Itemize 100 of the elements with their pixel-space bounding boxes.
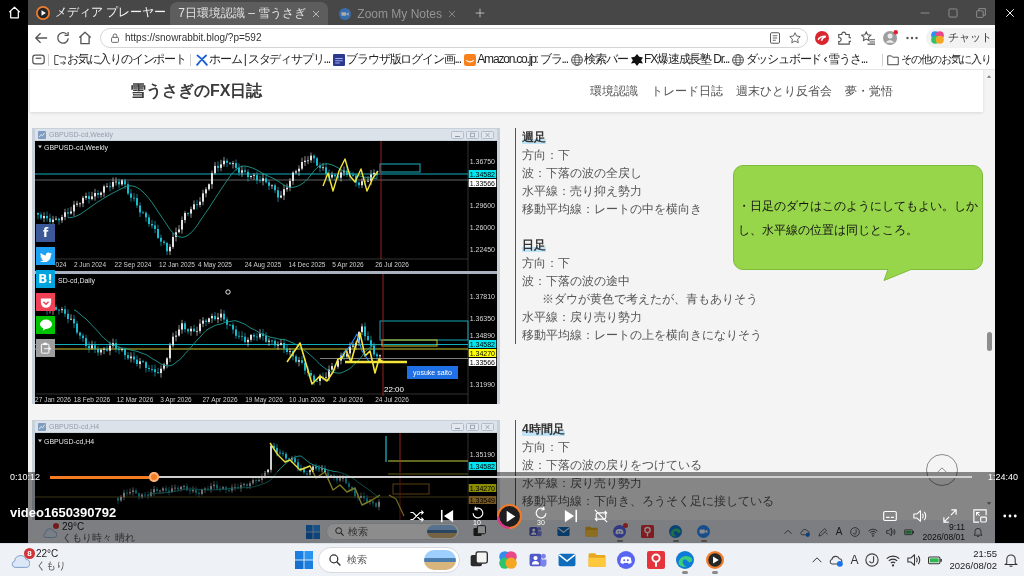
globe-icon: [732, 53, 745, 66]
window-minimize-button[interactable]: [451, 130, 464, 139]
weather-condition: くもり: [36, 560, 66, 572]
note-text: 方向：下: [522, 440, 570, 455]
favorites-icon[interactable]: [861, 30, 875, 45]
bookmark[interactable]: FX爆速成長塾 Dr...: [629, 50, 731, 69]
nav-link[interactable]: 週末ひとり反省会: [736, 82, 832, 100]
bookmark[interactable]: Amazon.co.jp: ブラ...: [462, 50, 570, 69]
volume-icon[interactable]: [913, 509, 927, 523]
share-button[interactable]: [36, 293, 55, 311]
notification-badge: 8: [24, 548, 35, 559]
speaker-icon[interactable]: [907, 553, 922, 567]
refresh-icon[interactable]: [56, 30, 70, 45]
section-heading: 週足: [522, 130, 546, 144]
swoosh-badge-icon[interactable]: [815, 30, 829, 45]
note-text: 波：下落の波の戻りをつけている: [522, 458, 702, 473]
color-blob-icon[interactable]: [499, 551, 517, 569]
window-minimize-button[interactable]: [451, 422, 464, 431]
notification-bell-icon[interactable]: [1004, 553, 1018, 567]
bookmark[interactable]: ホーム | スタディサプリ...: [194, 50, 332, 69]
progress-thumb[interactable]: [149, 472, 160, 482]
chat-button[interactable]: チャット: [926, 27, 995, 48]
browser-tab[interactable]: 7日環境認識 – 雪うさぎ: [170, 2, 329, 25]
task-view-icon[interactable]: [469, 551, 488, 569]
puzzle-icon[interactable]: [837, 30, 851, 45]
bookmark[interactable]: 検索バー: [569, 50, 630, 69]
tab-actions-icon[interactable]: [32, 53, 45, 66]
back-icon[interactable]: [34, 30, 48, 45]
player-title: メディア プレーヤー: [55, 4, 167, 21]
bookmark[interactable]: ダッシュボード ‹ 雪うさ...: [730, 50, 869, 69]
close-icon[interactable]: [448, 9, 457, 18]
chevron-up-icon[interactable]: [812, 555, 823, 565]
scroll-down-icon[interactable]: [986, 501, 992, 506]
maximize-icon[interactable]: [948, 7, 958, 18]
bookmark[interactable]: お気に入りのインポート: [52, 50, 188, 69]
share-button[interactable]: [36, 247, 55, 265]
nav-link[interactable]: 環境認識: [590, 82, 638, 100]
fullscreen-icon[interactable]: [943, 509, 957, 523]
cloud-icon[interactable]: [10, 552, 30, 568]
input-mode-indicator[interactable]: A: [850, 553, 859, 567]
scrollbar-thumb[interactable]: [986, 332, 992, 351]
battery-icon[interactable]: [928, 553, 943, 567]
clock-date[interactable]: 2026/08/02: [949, 560, 997, 572]
note-text: 移動平均線：レートの上を横向きになりそう: [522, 328, 762, 344]
windows-logo-icon[interactable]: [305, 524, 320, 539]
restore-icon[interactable]: [976, 7, 986, 18]
note-text: ※ダウが黄色で考えたが、青もありそう: [542, 292, 758, 307]
previous-icon[interactable]: [440, 509, 454, 523]
subtitles-icon[interactable]: [883, 509, 897, 523]
ring-pin-tile-icon[interactable]: [641, 525, 654, 538]
clock-date[interactable]: 2026/08/01: [922, 531, 965, 542]
callout-text: ・日足のダウはこのようにしてもよい。しかし、水平線の位置は同じところ。: [738, 197, 979, 239]
ring-pin-tile-icon[interactable]: [646, 551, 665, 569]
pen-icon[interactable]: [817, 526, 828, 537]
weather-temperature: 29°C: [62, 520, 86, 532]
nav-link[interactable]: 夢・覚悟: [845, 82, 893, 100]
reader-mode-icon[interactable]: [769, 31, 781, 44]
search-highlight-picture: [426, 525, 457, 538]
cloud-sync-icon[interactable]: [829, 553, 844, 567]
swirl-icon[interactable]: [676, 551, 694, 569]
share-button[interactable]: [36, 339, 55, 357]
envelope-tile-icon[interactable]: [557, 525, 570, 538]
bookmark[interactable]: ブラウザ版ログイン画...: [331, 50, 463, 69]
video-camera-icon[interactable]: [697, 525, 710, 538]
clock-time[interactable]: 21:55: [973, 548, 997, 560]
profile-icon[interactable]: [882, 30, 898, 45]
envelope-tile-icon[interactable]: [558, 551, 576, 569]
wifi-icon[interactable]: [886, 553, 901, 567]
scroll-up-icon[interactable]: [986, 74, 992, 79]
home-icon[interactable]: [78, 30, 92, 45]
mini-player-icon[interactable]: [973, 509, 987, 523]
clock-time[interactable]: 9:11: [949, 521, 965, 532]
ring-hook-icon[interactable]: [865, 553, 880, 567]
close-icon: [1004, 7, 1015, 18]
search-field[interactable]: 検索: [317, 547, 460, 573]
zigzag-line: [322, 158, 379, 192]
dropdown-triangle-icon: [38, 145, 42, 149]
share-button[interactable]: [36, 316, 55, 334]
vertical-marker-line: [385, 435, 387, 463]
plus-icon[interactable]: [475, 7, 486, 18]
input-mode-indicator[interactable]: A: [835, 526, 843, 537]
windows-logo-icon[interactable]: [294, 551, 313, 569]
bookmark-folder[interactable]: その他のお気に入り: [885, 50, 993, 69]
site-title[interactable]: 雪うさぎのFX日誌: [130, 80, 263, 102]
globe-icon: [570, 53, 583, 66]
share-button[interactable]: f: [36, 224, 55, 242]
game-controller-icon[interactable]: [613, 525, 626, 538]
nav-link[interactable]: トレード日誌: [651, 82, 723, 100]
shuffle-icon[interactable]: [410, 509, 424, 523]
note-text: 方向：下: [522, 148, 570, 163]
cloud-icon[interactable]: [42, 525, 57, 538]
people-tile-icon[interactable]: [529, 525, 542, 538]
play-circle-icon[interactable]: [705, 551, 724, 569]
star-icon[interactable]: [789, 31, 801, 44]
search-icon: [328, 554, 341, 566]
game-controller-icon[interactable]: [617, 551, 635, 569]
people-tile-icon[interactable]: [528, 551, 547, 569]
next-icon[interactable]: [564, 509, 578, 523]
swirl-icon[interactable]: [669, 525, 682, 538]
repeat-icon[interactable]: [594, 509, 608, 523]
